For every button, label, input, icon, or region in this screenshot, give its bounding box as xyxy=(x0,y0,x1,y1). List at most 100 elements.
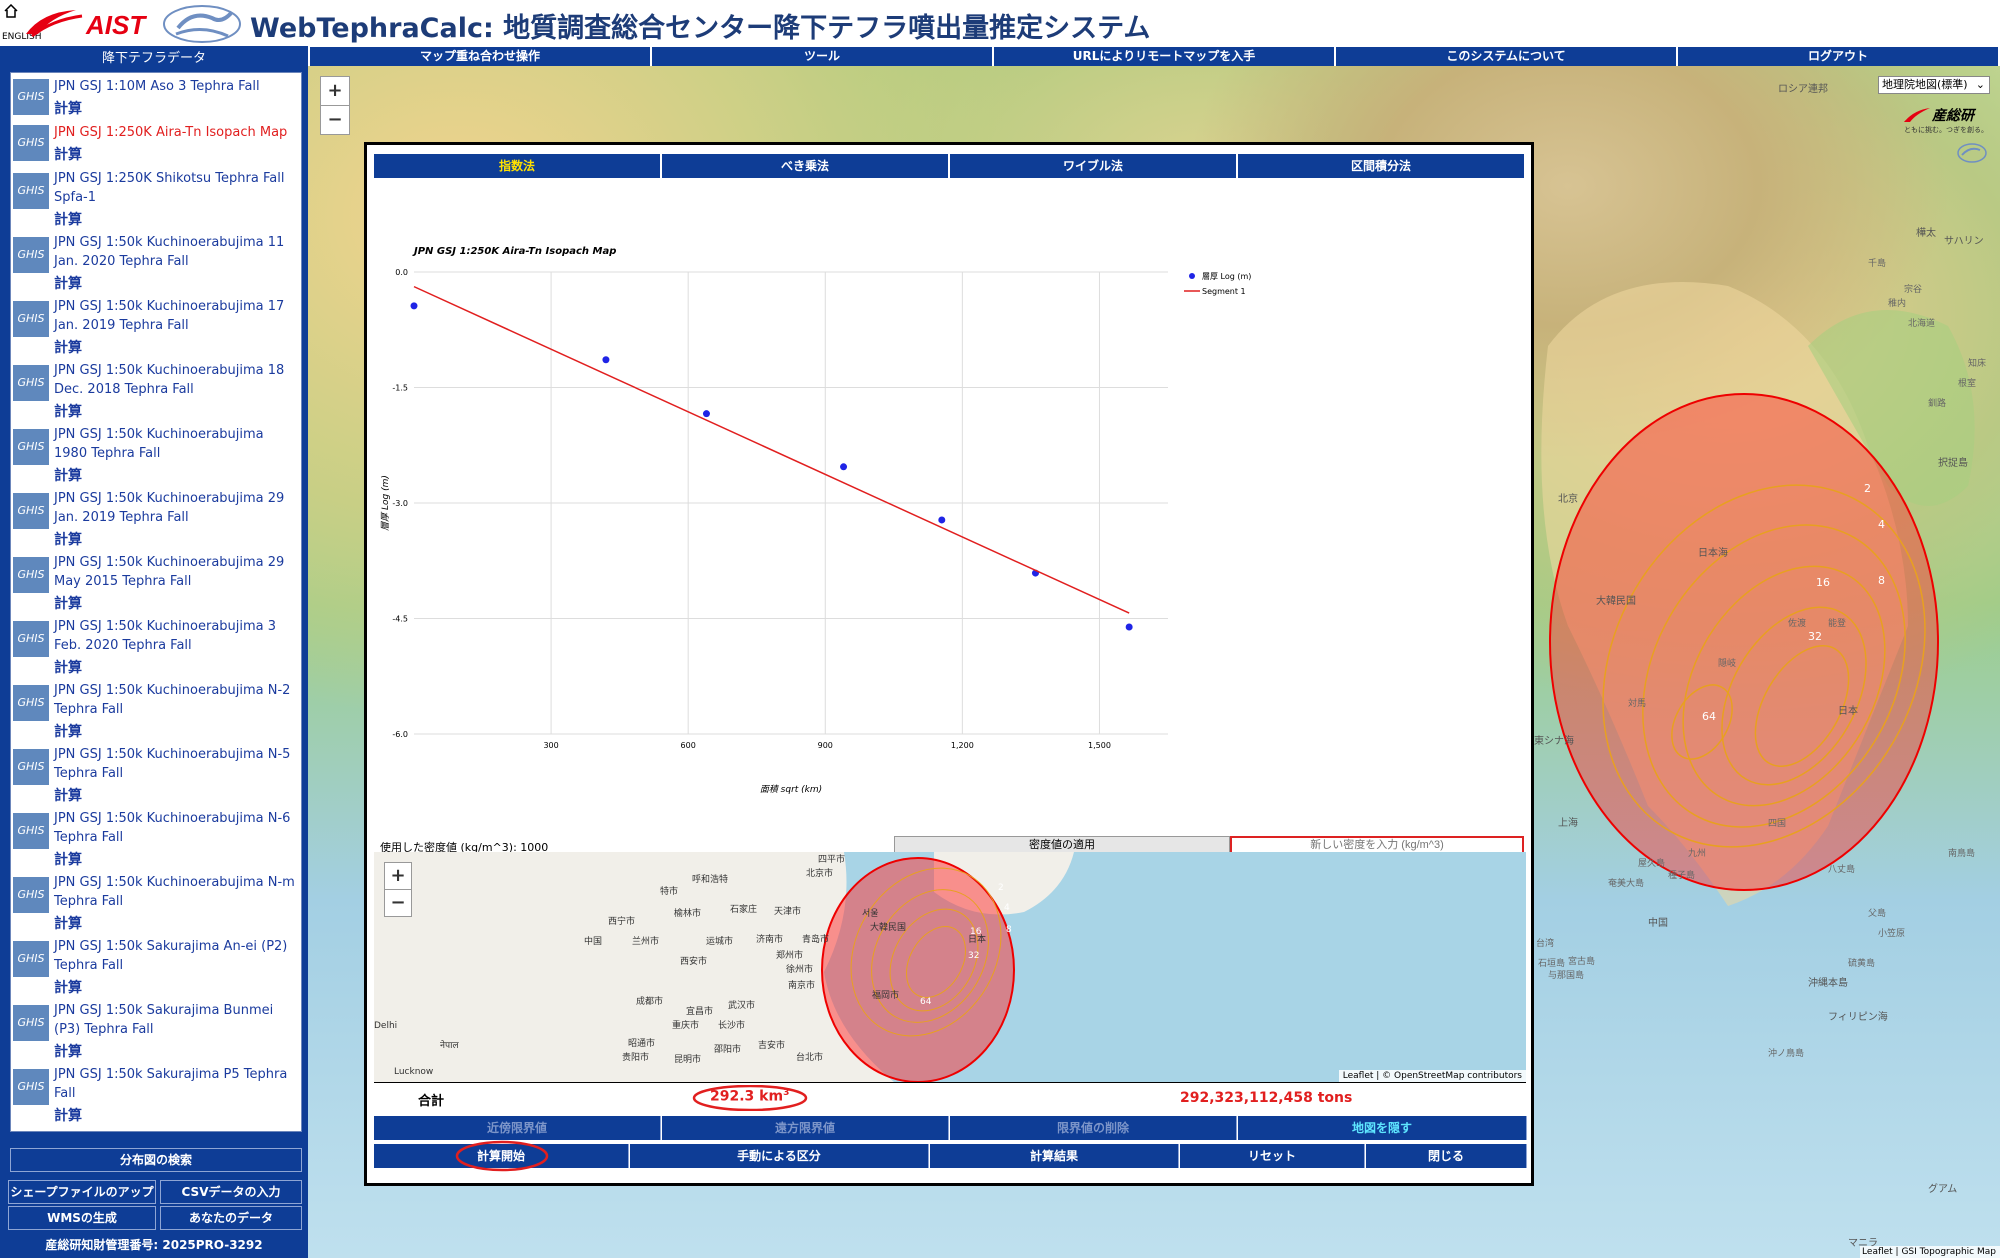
calc-link[interactable]: 計算 xyxy=(54,977,82,997)
menu-tools[interactable]: ツール xyxy=(652,47,992,66)
calc-link[interactable]: 計算 xyxy=(54,98,82,118)
tab-exponential[interactable]: 指数法 xyxy=(374,154,660,178)
inset-contour-label: 8 xyxy=(1006,925,1012,935)
csv-input-button[interactable]: CSVデータの入力 xyxy=(160,1180,302,1204)
tab-interval-integration[interactable]: 区間積分法 xyxy=(1238,154,1524,178)
dataset-item[interactable]: GHIS JPN GSJ 1:50k Kuchinoerabujima N-5 T… xyxy=(11,743,301,807)
map-zoom-in-button[interactable]: + xyxy=(320,76,350,106)
dataset-name[interactable]: JPN GSJ 1:50k Kuchinoerabujima N-m Tephr… xyxy=(54,873,299,911)
map-zoom-out-button[interactable]: − xyxy=(320,105,350,135)
dataset-item[interactable]: GHIS JPN GSJ 1:50k Kuchinoerabujima N-2 T… xyxy=(11,679,301,743)
ghis-icon: GHIS xyxy=(13,621,49,657)
x-tick-label: 300 xyxy=(543,741,558,750)
calc-results-button[interactable]: 計算結果 xyxy=(930,1144,1179,1168)
dataset-item[interactable]: GHIS JPN GSJ 1:250K Shikotsu Tephra Fall … xyxy=(11,167,301,231)
inset-city-label: 西宁市 xyxy=(608,915,635,927)
tab-power-law[interactable]: べき乗法 xyxy=(662,154,948,178)
dataset-item[interactable]: GHIS JPN GSJ 1:50k Kuchinoerabujima 3 Feb… xyxy=(11,615,301,679)
dataset-name[interactable]: JPN GSJ 1:50k Kuchinoerabujima 11 Jan. 2… xyxy=(54,233,299,271)
inset-zoom-in-button[interactable]: + xyxy=(384,862,412,890)
ghis-icon: GHIS xyxy=(13,877,49,913)
calc-link[interactable]: 計算 xyxy=(54,1105,82,1125)
calc-link[interactable]: 計算 xyxy=(54,657,82,677)
calc-link[interactable]: 計算 xyxy=(54,209,82,229)
calc-link[interactable]: 計算 xyxy=(54,144,82,164)
map-small-label: 根室 xyxy=(1958,377,1976,389)
dataset-item[interactable]: GHIS JPN GSJ 1:50k Kuchinoerabujima N-m T… xyxy=(11,871,301,935)
dataset-item[interactable]: GHIS JPN GSJ 1:50k Kuchinoerabujima 17 Ja… xyxy=(11,295,301,359)
dataset-name[interactable]: JPN GSJ 1:50k Kuchinoerabujima 29 Jan. 2… xyxy=(54,489,299,527)
dataset-item[interactable]: GHIS JPN GSJ 1:50k Kuchinoerabujima 11 Ja… xyxy=(11,231,301,295)
dataset-name[interactable]: JPN GSJ 1:50k Kuchinoerabujima N-6 Tephr… xyxy=(54,809,299,847)
delete-limits-button[interactable]: 限界値の削除 xyxy=(950,1116,1237,1140)
dataset-name[interactable]: JPN GSJ 1:250K Shikotsu Tephra Fall Spfa… xyxy=(54,169,299,207)
dataset-list[interactable]: GHIS JPN GSJ 1:10M Aso 3 Tephra Fall 計算 GHI… xyxy=(10,72,302,1132)
reset-button[interactable]: リセット xyxy=(1180,1144,1365,1168)
wms-generate-button[interactable]: WMSの生成 xyxy=(8,1206,156,1230)
basemap-select[interactable]: 地理院地図(標準) ⌄ xyxy=(1878,76,1990,94)
calc-link[interactable]: 計算 xyxy=(54,401,82,421)
mass-value: 292,323,112,458 tons xyxy=(1180,1090,1353,1106)
menu-map-overlay[interactable]: マップ重ね合わせ操作 xyxy=(310,47,650,66)
far-limit-button[interactable]: 遠方限界値 xyxy=(662,1116,949,1140)
calc-link[interactable]: 計算 xyxy=(54,337,82,357)
dataset-item[interactable]: GHIS JPN GSJ 1:50k Sakurajima P5 Tephra F… xyxy=(11,1063,301,1127)
search-maps-button[interactable]: 分布図の検索 xyxy=(10,1148,302,1172)
calc-link[interactable]: 計算 xyxy=(54,529,82,549)
inset-map[interactable]: 2 4 8 16 32 64 四平市 呼和浩特 北京市 特市 榆林市 石家庄 天津市 中国 西宁… xyxy=(374,852,1526,1082)
dataset-item[interactable]: GHIS JPN GSJ 1:50k Sakurajima Bunmei (P3)… xyxy=(11,999,301,1063)
dataset-name[interactable]: JPN GSJ 1:50k Kuchinoerabujima 3 Feb. 20… xyxy=(54,617,299,655)
dataset-item[interactable]: GHIS JPN GSJ 1:50k Kuchinoerabujima 29 Ma… xyxy=(11,551,301,615)
menu-about[interactable]: このシステムについて xyxy=(1336,47,1676,66)
inset-city-label: 呼和浩特 xyxy=(692,873,728,885)
inset-city-label: 兰州市 xyxy=(632,935,659,947)
shapefile-upload-button[interactable]: シェープファイルのアップ xyxy=(8,1180,156,1204)
calc-link[interactable]: 計算 xyxy=(54,785,82,805)
calc-link[interactable]: 計算 xyxy=(54,1041,82,1061)
dataset-name[interactable]: JPN GSJ 1:50k Kuchinoerabujima 17 Jan. 2… xyxy=(54,297,299,335)
home-icon[interactable] xyxy=(4,4,18,18)
inset-zoom-out-button[interactable]: − xyxy=(384,889,412,917)
dataset-name[interactable]: JPN GSJ 1:250K Aira-Tn Isopach Map xyxy=(54,123,299,142)
menu-logout[interactable]: ログアウト xyxy=(1678,47,1998,66)
dataset-name[interactable]: JPN GSJ 1:50k Sakurajima P5 Tephra Fall xyxy=(54,1065,299,1103)
gsj-mini-logo xyxy=(1957,143,1987,163)
x-tick-label: 1,200 xyxy=(951,741,974,750)
dataset-name[interactable]: JPN GSJ 1:50k Kuchinoerabujima 18 Dec. 2… xyxy=(54,361,299,399)
map-attribution[interactable]: Leaflet | GSI Topographic Map xyxy=(1860,1246,2000,1258)
near-limit-button[interactable]: 近傍限界値 xyxy=(374,1116,661,1140)
calc-link[interactable]: 計算 xyxy=(54,849,82,869)
inset-city-label: 西安市 xyxy=(680,955,707,967)
calc-link[interactable]: 計算 xyxy=(54,273,82,293)
hide-map-button[interactable]: 地図を隠す xyxy=(1238,1116,1527,1140)
dataset-name[interactable]: JPN GSJ 1:50k Kuchinoerabujima N-2 Tephr… xyxy=(54,681,299,719)
volume-highlight-ellipse xyxy=(692,1085,808,1111)
dataset-name[interactable]: JPN GSJ 1:50k Kuchinoerabujima 29 May 20… xyxy=(54,553,299,591)
dataset-item[interactable]: GHIS JPN GSJ 1:50k Kuchinoerabujima 29 Ja… xyxy=(11,487,301,551)
dataset-item[interactable]: GHIS JPN GSJ 1:50k Kuchinoerabujima N-6 T… xyxy=(11,807,301,871)
calc-link[interactable]: 計算 xyxy=(54,721,82,741)
calc-link[interactable]: 計算 xyxy=(54,593,82,613)
dataset-item[interactable]: GHIS JPN GSJ 1:10M Aso 3 Tephra Fall 計算 xyxy=(11,75,301,121)
data-point xyxy=(1125,623,1133,631)
manual-segment-button[interactable]: 手動による区分 xyxy=(630,1144,929,1168)
close-button[interactable]: 閉じる xyxy=(1366,1144,1527,1168)
x-tick-label: 900 xyxy=(818,741,833,750)
tab-weibull[interactable]: ワイブル法 xyxy=(950,154,1236,178)
dataset-name[interactable]: JPN GSJ 1:50k Sakurajima Bunmei (P3) Tep… xyxy=(54,1001,299,1039)
dataset-item[interactable]: GHIS JPN GSJ 1:50k Kuchinoerabujima 18 De… xyxy=(11,359,301,423)
menu-remote-map[interactable]: URLによりリモートマップを入手 xyxy=(994,47,1334,66)
map-small-label: 稚内 xyxy=(1888,297,1906,309)
dataset-item[interactable]: GHIS JPN GSJ 1:250K Aira-Tn Isopach Map 計算 xyxy=(11,121,301,167)
data-point xyxy=(840,463,848,471)
dataset-name[interactable]: JPN GSJ 1:50k Sakurajima An-ei (P2) Teph… xyxy=(54,937,299,975)
calc-link[interactable]: 計算 xyxy=(54,913,82,933)
dataset-name[interactable]: JPN GSJ 1:50k Kuchinoerabujima 1980 Teph… xyxy=(54,425,299,463)
dataset-name[interactable]: JPN GSJ 1:10M Aso 3 Tephra Fall xyxy=(54,77,299,96)
calc-link[interactable]: 計算 xyxy=(54,465,82,485)
dataset-item[interactable]: GHIS JPN GSJ 1:50k Kuchinoerabujima 1980 … xyxy=(11,423,301,487)
your-data-button[interactable]: あなたのデータ xyxy=(160,1206,302,1230)
dataset-name[interactable]: JPN GSJ 1:50k Kuchinoerabujima N-5 Tephr… xyxy=(54,745,299,783)
inset-attribution[interactable]: Leaflet | © OpenStreetMap contributors xyxy=(1338,1070,1526,1082)
dataset-item[interactable]: GHIS JPN GSJ 1:50k Sakurajima An-ei (P2) … xyxy=(11,935,301,999)
